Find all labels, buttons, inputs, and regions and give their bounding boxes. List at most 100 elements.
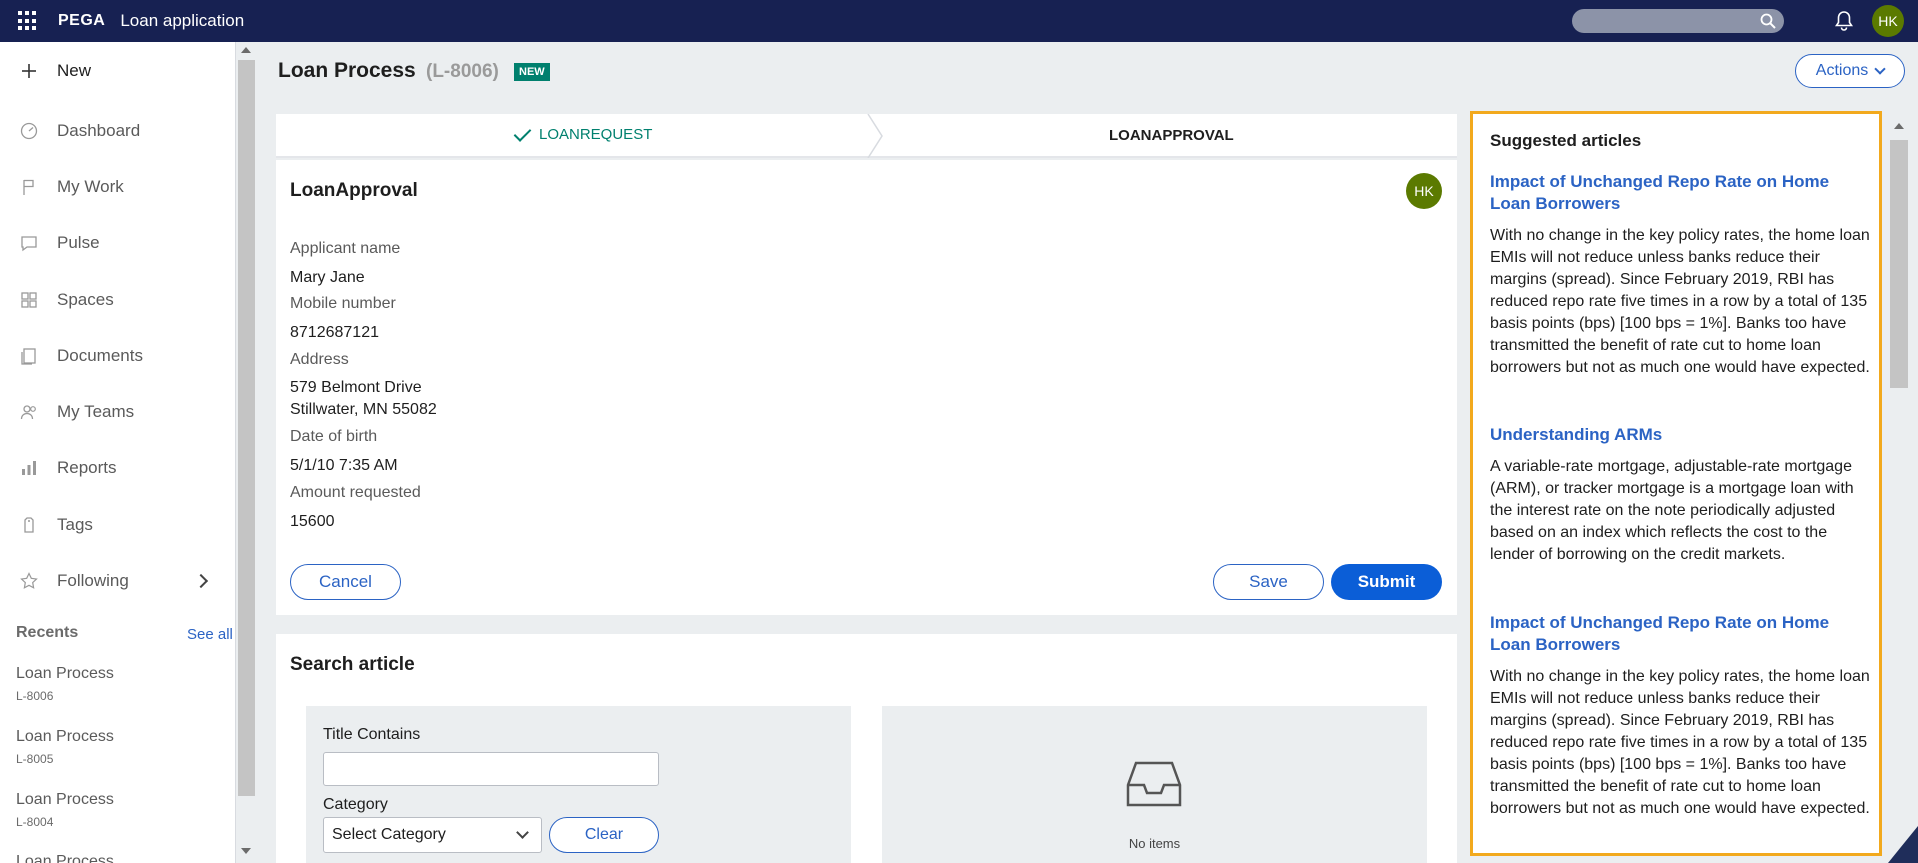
flag-icon: [23, 179, 34, 195]
sidebar-item-label: Dashboard: [57, 121, 141, 140]
team-icon: [20, 405, 36, 420]
stage-divider-chevron-icon: [867, 114, 883, 158]
applicant-name-value: Mary Jane: [290, 269, 365, 286]
recent-item[interactable]: Loan Process L-8004: [16, 791, 114, 829]
address-label: Address: [290, 351, 349, 368]
address-line1: 579 Belmont Drive: [290, 379, 422, 396]
scrollbar-thumb[interactable]: [238, 60, 255, 796]
chat-icon: [21, 236, 37, 252]
assignment-title: LoanApproval: [290, 180, 418, 201]
save-button[interactable]: Save: [1213, 564, 1324, 600]
sidebar-scrollbar[interactable]: [236, 42, 258, 863]
sidebar-item-tags[interactable]: Tags: [0, 505, 235, 545]
chevron-right-icon[interactable]: [193, 573, 209, 589]
date-of-birth-value: 5/1/10 7:35 AM: [290, 457, 398, 474]
new-button[interactable]: New: [0, 51, 235, 91]
date-of-birth-label: Date of birth: [290, 428, 378, 445]
sidebar-item-reports[interactable]: Reports: [0, 448, 235, 488]
sidebar-item-label: Documents: [57, 346, 143, 365]
mobile-number-value: 8712687121: [290, 324, 379, 341]
stage-bar: LOANREQUEST LOANAPPROVAL: [276, 114, 1457, 158]
title-contains-input[interactable]: [323, 752, 659, 786]
search-results-panel: No items: [882, 706, 1427, 863]
sidebar-item-label: My Teams: [57, 402, 135, 421]
tag-icon: [24, 517, 34, 533]
sidebar-item-label: Spaces: [57, 290, 114, 309]
empty-inbox-icon: [1126, 761, 1182, 807]
new-label: New: [57, 61, 92, 80]
stage-current-label[interactable]: LOANAPPROVAL: [1109, 127, 1234, 144]
star-icon: [20, 572, 38, 589]
article-body: With no change in the key policy rates, …: [1490, 227, 1870, 376]
category-select[interactable]: Select Category: [323, 817, 542, 853]
case-id: (L-8006): [426, 61, 499, 82]
main-scrollbar[interactable]: [1888, 117, 1910, 863]
assignee-avatar[interactable]: HK: [1406, 173, 1442, 209]
recent-item-title: Loan Process: [16, 791, 114, 808]
search-article-section: Search article Title Contains Category S…: [276, 634, 1457, 863]
no-items-text: No items: [1128, 836, 1181, 851]
mobile-number-label: Mobile number: [290, 295, 396, 312]
scrollbar-thumb[interactable]: [1890, 140, 1908, 388]
see-all-link[interactable]: See all: [187, 626, 233, 643]
assignment-card: LoanApproval HK Applicant name Mary Jane…: [276, 160, 1457, 615]
article-title-link[interactable]: Impact of Unchanged Repo Rate on Home Lo…: [1490, 612, 1870, 656]
sidebar-item-my-work[interactable]: My Work: [0, 167, 235, 207]
user-avatar[interactable]: HK: [1872, 5, 1904, 37]
top-bar: PEGA Loan application HK: [0, 0, 1918, 42]
sidebar-item-documents[interactable]: Documents: [0, 336, 235, 376]
app-launcher-icon[interactable]: [18, 11, 38, 31]
category-label: Category: [323, 796, 388, 813]
grid-icon: [21, 292, 37, 308]
scroll-up-arrow-icon[interactable]: [1894, 123, 1904, 129]
global-search-input[interactable]: [1572, 9, 1784, 33]
recent-item-id: L-8005: [16, 752, 54, 766]
sidebar-item-following[interactable]: Following: [0, 561, 235, 601]
actions-label: Actions: [1815, 62, 1869, 79]
status-badge: NEW: [514, 63, 550, 81]
article-title-link[interactable]: Understanding ARMs: [1490, 424, 1870, 446]
recent-item[interactable]: Loan Process L-8005: [16, 728, 114, 766]
bar-chart-icon: [22, 461, 36, 475]
sidebar-item-label: Reports: [57, 458, 117, 477]
notification-bell-icon[interactable]: [1834, 10, 1854, 32]
dashboard-icon: [20, 122, 38, 140]
check-icon: [513, 123, 532, 142]
recent-item-id: L-8006: [16, 689, 54, 703]
title-contains-label: Title Contains: [323, 726, 421, 743]
suggested-articles-heading: Suggested articles: [1490, 131, 1642, 150]
search-filter-panel: Title Contains Category Select Category …: [306, 706, 851, 863]
sidebar-item-spaces[interactable]: Spaces: [0, 280, 235, 320]
recent-item-title: Loan Process: [16, 728, 114, 745]
amount-requested-value: 15600: [290, 513, 335, 530]
clear-button[interactable]: Clear: [549, 817, 659, 853]
sidebar-item-label: Following: [57, 571, 129, 590]
submit-button[interactable]: Submit: [1331, 564, 1442, 600]
plus-icon: [22, 64, 36, 78]
sidebar-item-label: Pulse: [57, 233, 100, 252]
search-icon[interactable]: [1760, 13, 1776, 29]
stage-completed-label: LOANREQUEST: [539, 126, 653, 143]
recent-item[interactable]: Loan Process L-8006: [16, 665, 114, 703]
search-article-title: Search article: [290, 654, 415, 675]
actions-button[interactable]: Actions: [1795, 54, 1905, 88]
article-title-link[interactable]: Impact of Unchanged Repo Rate on Home Lo…: [1490, 171, 1870, 215]
sidebar-item-my-teams[interactable]: My Teams: [0, 392, 235, 432]
category-selected-value: Select Category: [332, 826, 446, 843]
scroll-up-arrow-icon[interactable]: [241, 47, 251, 53]
article-body: With no change in the key policy rates, …: [1490, 668, 1870, 817]
recents-heading: Recents: [16, 624, 79, 641]
sidebar-item-pulse[interactable]: Pulse: [0, 223, 235, 263]
sidebar-item-label: My Work: [57, 177, 124, 196]
scroll-down-arrow-icon[interactable]: [241, 848, 251, 854]
stage-completed[interactable]: LOANREQUEST: [513, 123, 653, 143]
sidebar-item-dashboard[interactable]: Dashboard: [0, 111, 235, 151]
app-title: Loan application: [120, 11, 245, 30]
recent-item-title: Loan Process: [16, 665, 114, 682]
case-title: Loan Process: [278, 59, 416, 82]
article-body: A variable-rate mortgage, adjustable-rat…: [1490, 458, 1854, 563]
recent-item[interactable]: Loan Process: [16, 853, 114, 863]
cancel-button[interactable]: Cancel: [290, 564, 401, 600]
chevron-down-icon: [516, 826, 529, 839]
document-icon: [21, 348, 36, 365]
